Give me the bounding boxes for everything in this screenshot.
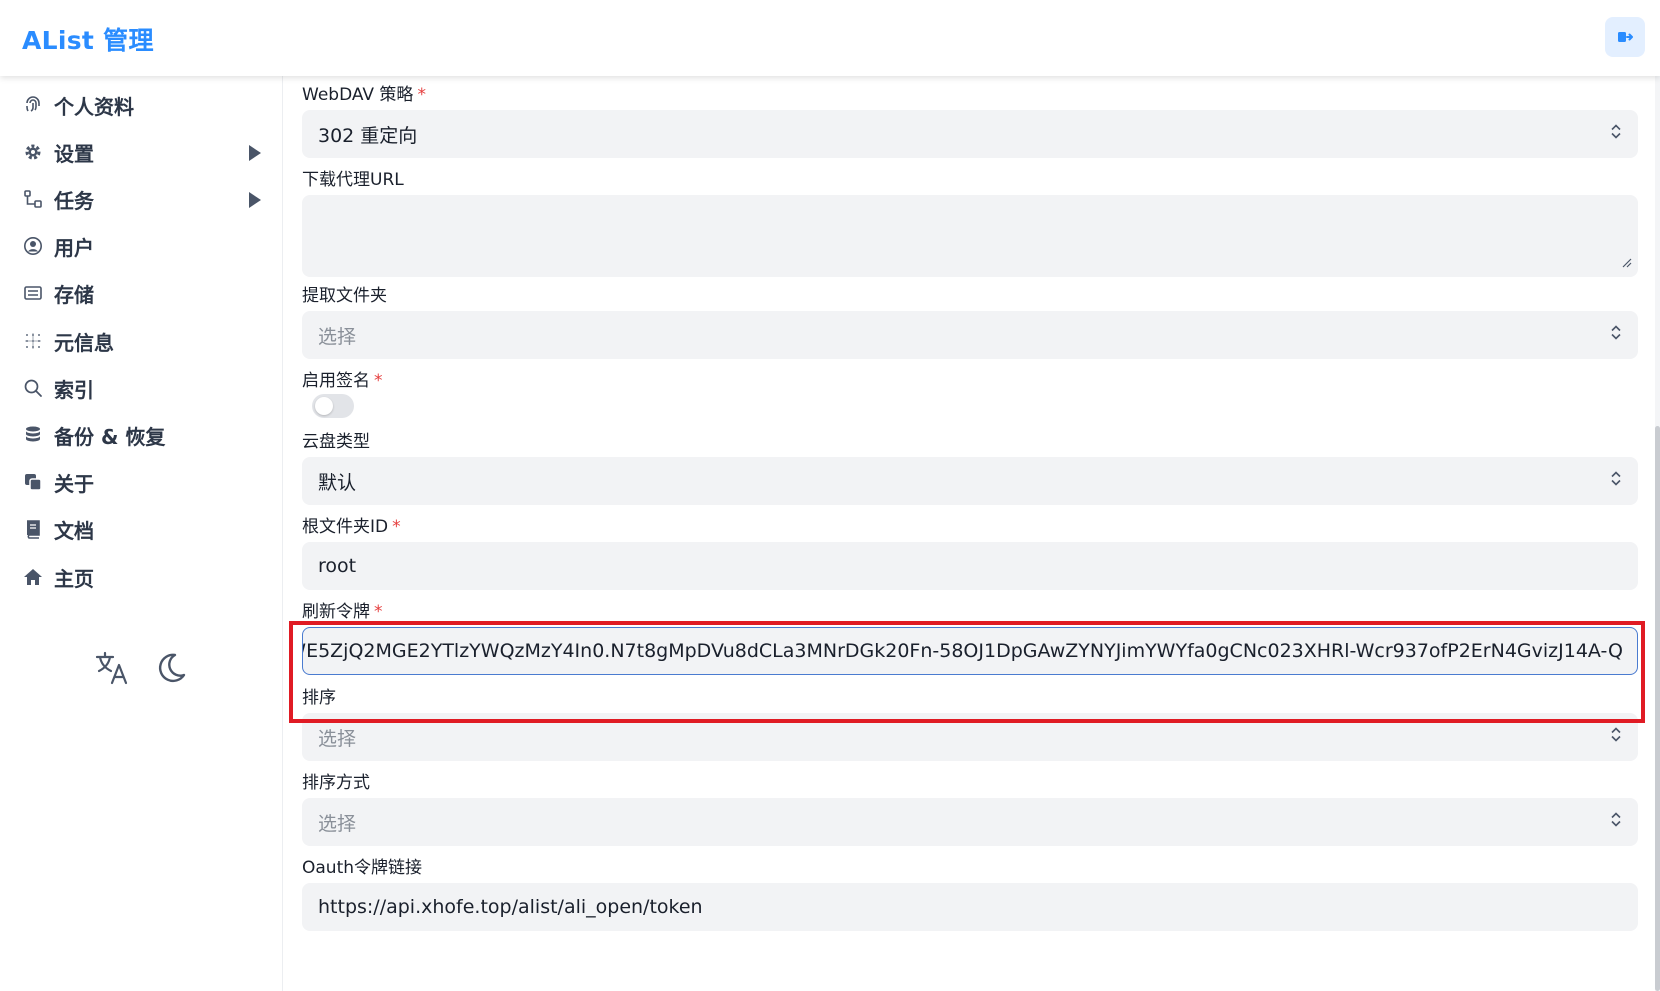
- order-direction-label: 排序方式: [302, 773, 370, 793]
- order-by-select[interactable]: 选择: [302, 713, 1638, 761]
- sidebar-item-label: 存储: [54, 282, 94, 307]
- sidebar-item-label: 关于: [54, 471, 94, 496]
- storage-icon: [22, 282, 44, 304]
- chevron-updown-icon: [1610, 324, 1622, 347]
- drive-type-value: 默认: [318, 471, 357, 494]
- chevron-updown-icon: [1610, 123, 1622, 146]
- sidebar-item-label: 主页: [54, 566, 94, 591]
- root-folder-id-label: 根文件夹ID *: [302, 517, 401, 537]
- drive-type-select[interactable]: 默认: [302, 457, 1638, 505]
- logout-button[interactable]: [1605, 17, 1645, 57]
- enable-sign-toggle[interactable]: [312, 394, 354, 418]
- oauth-token-url-input[interactable]: https://api.xhofe.top/alist/ali_open/tok…: [302, 883, 1638, 931]
- required-mark: *: [374, 602, 383, 622]
- user-circle-icon: [22, 235, 44, 257]
- extract-folder-placeholder: 选择: [318, 325, 357, 348]
- root-folder-id-value: root: [318, 555, 357, 577]
- order-direction-placeholder: 选择: [318, 812, 357, 835]
- search-icon: [22, 377, 44, 399]
- language-icon[interactable]: [94, 650, 130, 690]
- sidebar-item-label: 用户: [54, 235, 94, 260]
- sidebar-item-label: 备份 & 恢复: [54, 424, 166, 449]
- extract-folder-select[interactable]: 选择: [302, 311, 1638, 359]
- sidebar-item-backup-restore[interactable]: 备份 & 恢复: [22, 420, 262, 450]
- sidebar-item-label: 任务: [54, 188, 94, 213]
- sidebar-item-label: 元信息: [54, 330, 114, 355]
- fingerprint-icon: [22, 94, 44, 116]
- sidebar-item-label: 设置: [54, 141, 94, 166]
- drive-type-label: 云盘类型: [302, 432, 370, 452]
- refresh-token-label: 刷新令牌 *: [302, 602, 383, 622]
- gear-icon: [22, 141, 44, 163]
- required-mark: *: [392, 517, 401, 537]
- sidebar-item-label: 个人资料: [54, 94, 134, 119]
- refresh-token-input[interactable]: QwNWE5ZjQ2MGE2YTlzYWQzMzY4In0.N7t8gMpDVu…: [302, 627, 1638, 675]
- dark-mode-icon[interactable]: [154, 651, 188, 689]
- enable-sign-label: 启用签名 *: [302, 371, 383, 391]
- required-mark: *: [374, 371, 383, 391]
- tasks-icon: [22, 188, 44, 210]
- root-folder-id-input[interactable]: root: [302, 542, 1638, 590]
- oauth-token-url-label: Oauth令牌链接: [302, 858, 423, 878]
- webdav-policy-value: 302 重定向: [318, 124, 418, 147]
- sidebar-tools: [94, 650, 204, 690]
- extract-folder-label: 提取文件夹: [302, 286, 387, 306]
- order-direction-select[interactable]: 选择: [302, 798, 1638, 846]
- book-icon: [22, 518, 44, 540]
- sidebar-item-home[interactable]: 主页: [22, 562, 262, 592]
- expand-arrow-icon[interactable]: [248, 143, 262, 167]
- sidebar-item-profile[interactable]: 个人资料: [22, 90, 262, 120]
- sidebar: 个人资料 设置 任务 用户 存储 元信息 索引 备份 & 恢复 关于 文档 主页: [0, 76, 283, 991]
- chevron-updown-icon: [1610, 811, 1622, 834]
- order-by-placeholder: 选择: [318, 727, 357, 750]
- top-header: AList 管理: [0, 0, 1660, 76]
- sidebar-item-users[interactable]: 用户: [22, 231, 262, 261]
- scrollbar-thumb[interactable]: [1655, 426, 1660, 991]
- toggle-knob: [315, 397, 333, 415]
- sidebar-item-index[interactable]: 索引: [22, 373, 262, 403]
- required-mark: *: [417, 85, 426, 105]
- webdav-policy-select[interactable]: 302 重定向: [302, 110, 1638, 158]
- sidebar-item-meta[interactable]: 元信息: [22, 326, 262, 356]
- app-title: AList 管理: [22, 26, 154, 55]
- sidebar-item-label: 文档: [54, 518, 94, 543]
- download-proxy-url-textarea[interactable]: [302, 195, 1638, 277]
- resize-grip-icon[interactable]: [1622, 251, 1632, 273]
- sidebar-item-tasks[interactable]: 任务: [22, 184, 262, 214]
- home-icon: [22, 566, 44, 588]
- oauth-token-url-value: https://api.xhofe.top/alist/ali_open/tok…: [318, 896, 703, 918]
- copy-icon: [22, 471, 44, 493]
- sidebar-item-docs[interactable]: 文档: [22, 514, 262, 544]
- refresh-token-value: QwNWE5ZjQ2MGE2YTlzYWQzMzY4In0.N7t8gMpDVu…: [302, 640, 1623, 662]
- database-icon: [22, 424, 44, 446]
- webdav-policy-label: WebDAV 策略 *: [302, 85, 426, 105]
- chevron-updown-icon: [1610, 470, 1622, 493]
- meta-icon: [22, 330, 44, 352]
- expand-arrow-icon[interactable]: [248, 190, 262, 214]
- page-scrollbar[interactable]: [1655, 76, 1660, 991]
- storage-form: WebDAV 策略 * 302 重定向 下载代理URL 提取文件夹 选择 启用签名…: [282, 76, 1660, 991]
- download-proxy-url-label: 下载代理URL: [302, 170, 404, 190]
- order-by-label: 排序: [302, 688, 336, 708]
- logout-icon: [1618, 32, 1633, 42]
- sidebar-item-about[interactable]: 关于: [22, 467, 262, 497]
- sidebar-item-label: 索引: [54, 377, 94, 402]
- sidebar-item-storage[interactable]: 存储: [22, 278, 262, 308]
- chevron-updown-icon: [1610, 726, 1622, 749]
- sidebar-item-settings[interactable]: 设置: [22, 137, 262, 167]
